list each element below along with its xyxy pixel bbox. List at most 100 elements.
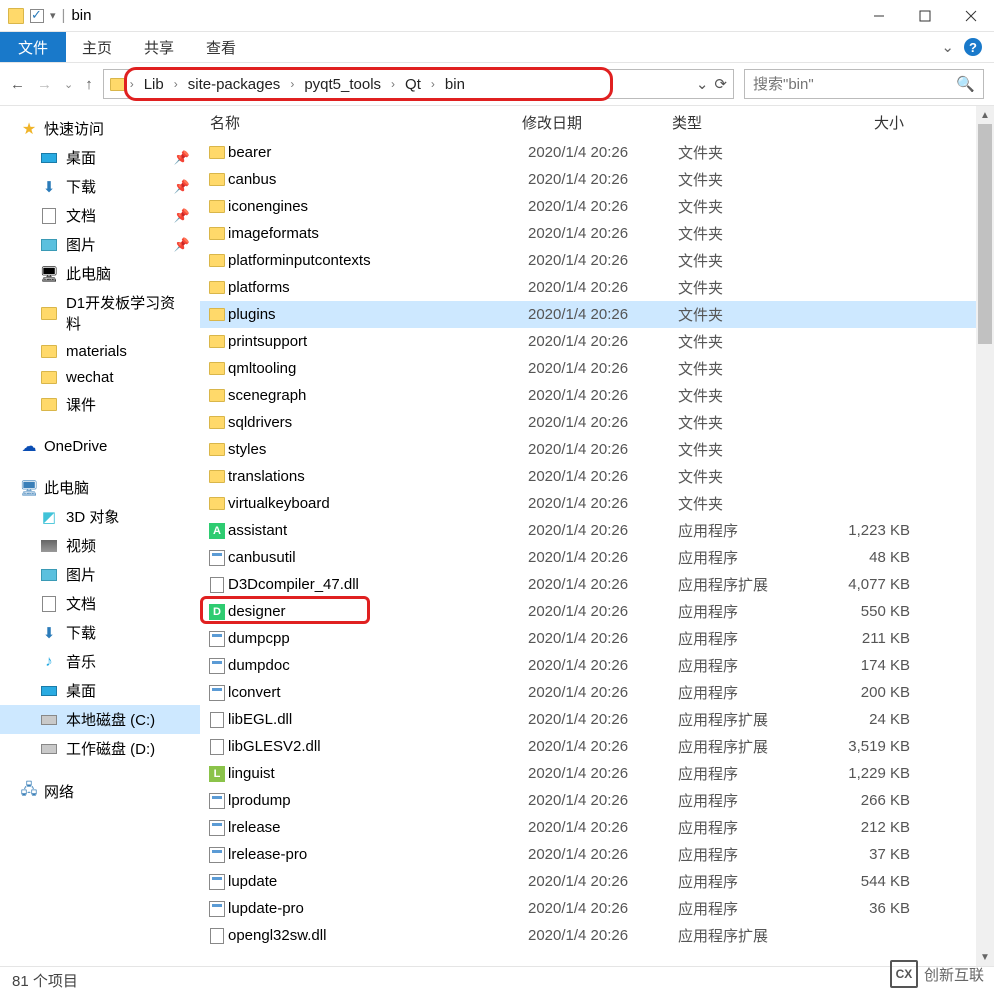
sidebar-item[interactable]: D1开发板学习资料	[0, 288, 200, 338]
tab-share[interactable]: 共享	[128, 33, 190, 62]
file-row[interactable]: platforminputcontexts2020/1/4 20:26文件夹	[200, 247, 976, 274]
scroll-up[interactable]: ▲	[976, 106, 994, 124]
column-headers[interactable]: 名称 修改日期 类型 大小	[200, 106, 976, 139]
file-icon	[206, 901, 228, 917]
col-name[interactable]: 名称	[200, 112, 522, 133]
chevron-right-icon[interactable]: ›	[290, 77, 294, 91]
file-row[interactable]: D3Dcompiler_47.dll2020/1/4 20:26应用程序扩展4,…	[200, 571, 976, 598]
file-row[interactable]: canbusutil2020/1/4 20:26应用程序48 KB	[200, 544, 976, 571]
sidebar-item[interactable]: 文档📌	[0, 201, 200, 230]
file-row[interactable]: dumpdoc2020/1/4 20:26应用程序174 KB	[200, 652, 976, 679]
sidebar-onedrive[interactable]: ☁OneDrive	[0, 433, 200, 459]
file-row[interactable]: virtualkeyboard2020/1/4 20:26文件夹	[200, 490, 976, 517]
desk-icon	[40, 149, 58, 167]
file-row[interactable]: Llinguist2020/1/4 20:26应用程序1,229 KB	[200, 760, 976, 787]
sidebar-item[interactable]: 🖥此电脑	[0, 259, 200, 288]
file-row[interactable]: imageformats2020/1/4 20:26文件夹	[200, 220, 976, 247]
sidebar-item[interactable]: 本地磁盘 (C:)	[0, 705, 200, 734]
col-size[interactable]: 大小	[824, 112, 914, 133]
file-row[interactable]: sqldrivers2020/1/4 20:26文件夹	[200, 409, 976, 436]
close-button[interactable]	[948, 0, 994, 32]
breadcrumb-item[interactable]: pyqt5_tools	[298, 74, 387, 95]
chevron-right-icon[interactable]: ›	[431, 77, 435, 91]
tab-home[interactable]: 主页	[66, 33, 128, 62]
file-row[interactable]: lupdate-pro2020/1/4 20:26应用程序36 KB	[200, 895, 976, 922]
ribbon-collapse[interactable]: ⌄	[941, 38, 954, 56]
nav-up[interactable]: ↑	[85, 76, 93, 93]
file-row[interactable]: opengl32sw.dll2020/1/4 20:26应用程序扩展	[200, 922, 976, 949]
sidebar-item[interactable]: ⬇下载	[0, 618, 200, 647]
statusbar: 81 个项目	[0, 966, 994, 994]
sidebar-item[interactable]: 文档	[0, 589, 200, 618]
minimize-button[interactable]	[856, 0, 902, 32]
file-row[interactable]: libGLESV2.dll2020/1/4 20:26应用程序扩展3,519 K…	[200, 733, 976, 760]
file-row[interactable]: scenegraph2020/1/4 20:26文件夹	[200, 382, 976, 409]
nav-back[interactable]: ←	[10, 76, 25, 93]
vid-icon	[40, 537, 58, 555]
sidebar-item[interactable]: ◩3D 对象	[0, 502, 200, 531]
file-row[interactable]: platforms2020/1/4 20:26文件夹	[200, 274, 976, 301]
breadcrumb-item[interactable]: Qt	[399, 74, 427, 95]
sidebar-item[interactable]: 工作磁盘 (D:)	[0, 734, 200, 763]
search-box[interactable]: 🔍	[744, 69, 984, 99]
sidebar-item[interactable]: ⬇下载📌	[0, 172, 200, 201]
file-row[interactable]: iconengines2020/1/4 20:26文件夹	[200, 193, 976, 220]
file-row[interactable]: lrelease-pro2020/1/4 20:26应用程序37 KB	[200, 841, 976, 868]
sidebar-item[interactable]: 桌面📌	[0, 143, 200, 172]
search-input[interactable]	[753, 76, 956, 93]
col-type[interactable]: 类型	[672, 112, 824, 133]
sidebar-item[interactable]: ♪音乐	[0, 647, 200, 676]
file-row[interactable]: libEGL.dll2020/1/4 20:26应用程序扩展24 KB	[200, 706, 976, 733]
address-bar[interactable]: ›Lib›site-packages›pyqt5_tools›Qt›bin ⌄ …	[103, 69, 734, 99]
file-row[interactable]: Aassistant2020/1/4 20:26应用程序1,223 KB	[200, 517, 976, 544]
breadcrumb-item[interactable]: bin	[439, 74, 471, 95]
qat-dropdown[interactable]: ▾	[50, 9, 56, 22]
sidebar-quick-access[interactable]: ★快速访问	[0, 114, 200, 143]
sidebar-item[interactable]: 图片📌	[0, 230, 200, 259]
nav-recent[interactable]: ⌄	[64, 78, 73, 91]
file-row[interactable]: canbus2020/1/4 20:26文件夹	[200, 166, 976, 193]
sidebar-network[interactable]: 🖧网络	[0, 777, 200, 806]
file-row[interactable]: printsupport2020/1/4 20:26文件夹	[200, 328, 976, 355]
file-icon	[206, 847, 228, 863]
breadcrumb-item[interactable]: Lib	[138, 74, 170, 95]
file-row[interactable]: styles2020/1/4 20:26文件夹	[200, 436, 976, 463]
scroll-thumb[interactable]	[978, 124, 992, 344]
file-row[interactable]: qmltooling2020/1/4 20:26文件夹	[200, 355, 976, 382]
file-icon	[206, 820, 228, 836]
pc-icon: 🖥	[40, 265, 58, 283]
chevron-right-icon[interactable]: ›	[391, 77, 395, 91]
help-icon[interactable]: ?	[964, 38, 982, 56]
file-row[interactable]: lupdate2020/1/4 20:26应用程序544 KB	[200, 868, 976, 895]
chevron-right-icon[interactable]: ›	[130, 77, 134, 91]
search-icon[interactable]: 🔍	[956, 75, 975, 93]
file-row[interactable]: lconvert2020/1/4 20:26应用程序200 KB	[200, 679, 976, 706]
file-row[interactable]: Ddesigner2020/1/4 20:26应用程序550 KB	[200, 598, 976, 625]
sidebar-item[interactable]: materials	[0, 338, 200, 364]
pic-icon	[40, 236, 58, 254]
nav-forward[interactable]: →	[37, 76, 52, 93]
tab-view[interactable]: 查看	[190, 33, 252, 62]
pic-icon	[40, 566, 58, 584]
file-row[interactable]: translations2020/1/4 20:26文件夹	[200, 463, 976, 490]
sidebar-item[interactable]: 图片	[0, 560, 200, 589]
file-row[interactable]: plugins2020/1/4 20:26文件夹	[200, 301, 976, 328]
sidebar-item[interactable]: 桌面	[0, 676, 200, 705]
chevron-right-icon[interactable]: ›	[174, 77, 178, 91]
sidebar-item[interactable]: wechat	[0, 364, 200, 390]
col-date[interactable]: 修改日期	[522, 112, 672, 133]
sidebar-item[interactable]: 视频	[0, 531, 200, 560]
file-row[interactable]: dumpcpp2020/1/4 20:26应用程序211 KB	[200, 625, 976, 652]
addr-dropdown[interactable]: ⌄	[696, 75, 709, 93]
breadcrumb-item[interactable]: site-packages	[182, 74, 287, 95]
file-row[interactable]: bearer2020/1/4 20:26文件夹	[200, 139, 976, 166]
file-row[interactable]: lprodump2020/1/4 20:26应用程序266 KB	[200, 787, 976, 814]
sidebar-item[interactable]: 课件	[0, 390, 200, 419]
maximize-button[interactable]	[902, 0, 948, 32]
refresh-icon[interactable]: ⟳	[714, 75, 727, 93]
file-row[interactable]: lrelease2020/1/4 20:26应用程序212 KB	[200, 814, 976, 841]
tab-file[interactable]: 文件	[0, 32, 66, 62]
sidebar-thispc[interactable]: 🖥此电脑	[0, 473, 200, 502]
scrollbar[interactable]: ▲ ▼	[976, 106, 994, 966]
qat-checkbox-icon[interactable]	[30, 9, 44, 23]
